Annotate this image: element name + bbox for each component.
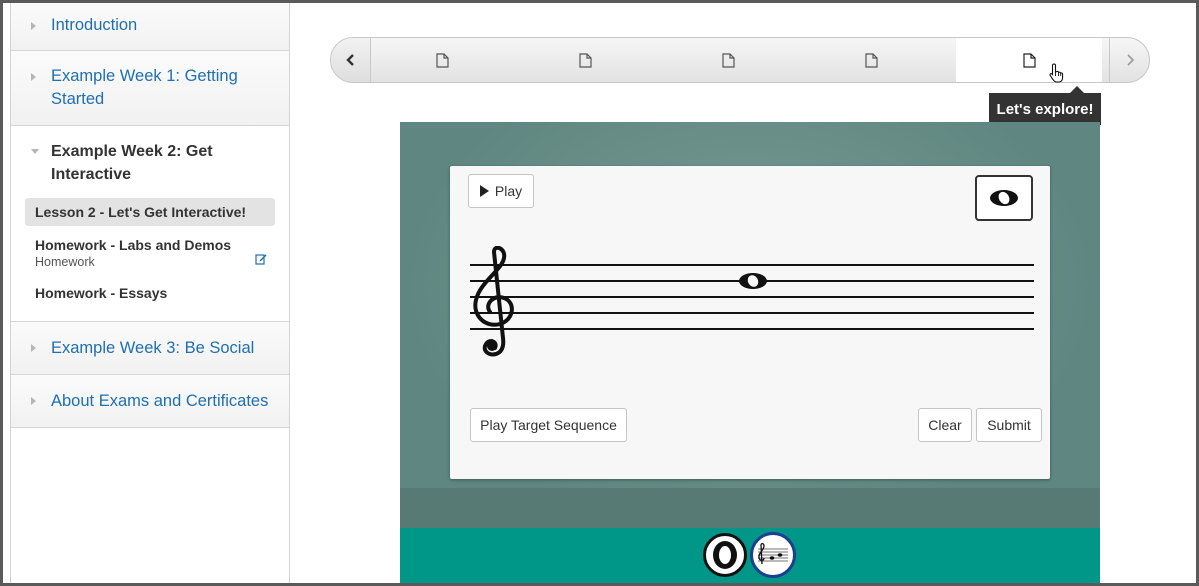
section-subtitle: Homework bbox=[35, 255, 95, 269]
next-button[interactable] bbox=[1109, 38, 1149, 82]
clear-button[interactable]: Clear bbox=[918, 408, 972, 442]
edit-icon bbox=[255, 254, 267, 265]
chapter-week-3[interactable]: Example Week 3: Be Social bbox=[11, 322, 289, 375]
staff-tool-glyph bbox=[758, 542, 788, 565]
chevron-right-icon bbox=[31, 397, 36, 405]
chevron-left-icon bbox=[345, 54, 354, 66]
note-type-selector[interactable] bbox=[975, 175, 1033, 221]
previous-button[interactable] bbox=[331, 38, 371, 82]
chapter-week-2[interactable]: Example Week 2: Get Interactive Lesson 2… bbox=[11, 126, 289, 322]
section-item-homework-labs[interactable]: Homework - Labs and Demos Homework bbox=[25, 231, 275, 275]
chevron-right-icon bbox=[31, 344, 36, 352]
section-title: Homework - Essays bbox=[35, 285, 168, 301]
whole-note-tool-icon[interactable] bbox=[703, 533, 747, 577]
sequence-nav bbox=[330, 37, 1150, 83]
chapter-title[interactable]: Introduction bbox=[11, 3, 289, 50]
staff-tool-icon[interactable] bbox=[750, 532, 796, 578]
play-label: Play bbox=[494, 183, 523, 199]
chapter-exams[interactable]: About Exams and Certificates bbox=[11, 375, 289, 428]
document-icon bbox=[579, 52, 592, 68]
whole-note[interactable] bbox=[739, 273, 767, 289]
sequence-tab[interactable] bbox=[657, 38, 800, 82]
document-icon bbox=[436, 52, 449, 68]
chevron-right-icon bbox=[1126, 54, 1134, 66]
chapter-introduction[interactable]: Introduction bbox=[11, 3, 289, 51]
sequence-tab-active[interactable] bbox=[956, 38, 1102, 82]
document-icon bbox=[1022, 52, 1036, 68]
chevron-right-icon bbox=[31, 22, 36, 30]
chevron-right-icon bbox=[31, 73, 36, 81]
sequence-tab[interactable] bbox=[800, 38, 943, 82]
section-list: Lesson 2 - Let's Get Interactive! Homewo… bbox=[11, 192, 289, 321]
sequence-tab[interactable] bbox=[514, 38, 657, 82]
chapter-week-1[interactable]: Example Week 1: Getting Started bbox=[11, 51, 289, 126]
chapter-title[interactable]: Example Week 2: Get Interactive bbox=[11, 126, 289, 192]
tooltip: Let's explore! bbox=[989, 86, 1101, 125]
chapter-title[interactable]: Example Week 1: Getting Started bbox=[11, 51, 289, 125]
treble-clef-icon bbox=[473, 246, 514, 357]
play-icon bbox=[479, 185, 489, 197]
section-title: Homework - Labs and Demos bbox=[35, 237, 232, 253]
music-exercise-card: Play Play Target Sequence Clear Submit bbox=[450, 166, 1050, 479]
section-item-lesson-2[interactable]: Lesson 2 - Let's Get Interactive! bbox=[25, 198, 275, 226]
course-outline-sidebar: Introduction Example Week 1: Getting Sta… bbox=[10, 3, 290, 583]
whole-note-icon bbox=[990, 190, 1018, 206]
section-item-homework-essays[interactable]: Homework - Essays bbox=[25, 279, 275, 307]
chapter-title[interactable]: About Exams and Certificates bbox=[11, 375, 289, 427]
play-button[interactable]: Play bbox=[468, 174, 534, 208]
document-icon bbox=[865, 52, 878, 68]
submit-button[interactable]: Submit bbox=[976, 408, 1042, 442]
sequence-tab[interactable] bbox=[371, 38, 514, 82]
section-title: Lesson 2 - Let's Get Interactive! bbox=[35, 204, 247, 220]
chevron-down-icon bbox=[31, 149, 39, 154]
document-icon bbox=[722, 52, 735, 68]
chalkboard-ledge bbox=[400, 488, 1100, 529]
app-frame: Introduction Example Week 1: Getting Sta… bbox=[3, 3, 1196, 583]
play-target-sequence-button[interactable]: Play Target Sequence bbox=[470, 408, 627, 442]
whole-note-tool-glyph bbox=[713, 541, 737, 569]
hand-cursor-icon bbox=[1049, 63, 1064, 83]
music-staff[interactable] bbox=[470, 246, 1034, 358]
chapter-title[interactable]: Example Week 3: Be Social bbox=[11, 322, 289, 374]
